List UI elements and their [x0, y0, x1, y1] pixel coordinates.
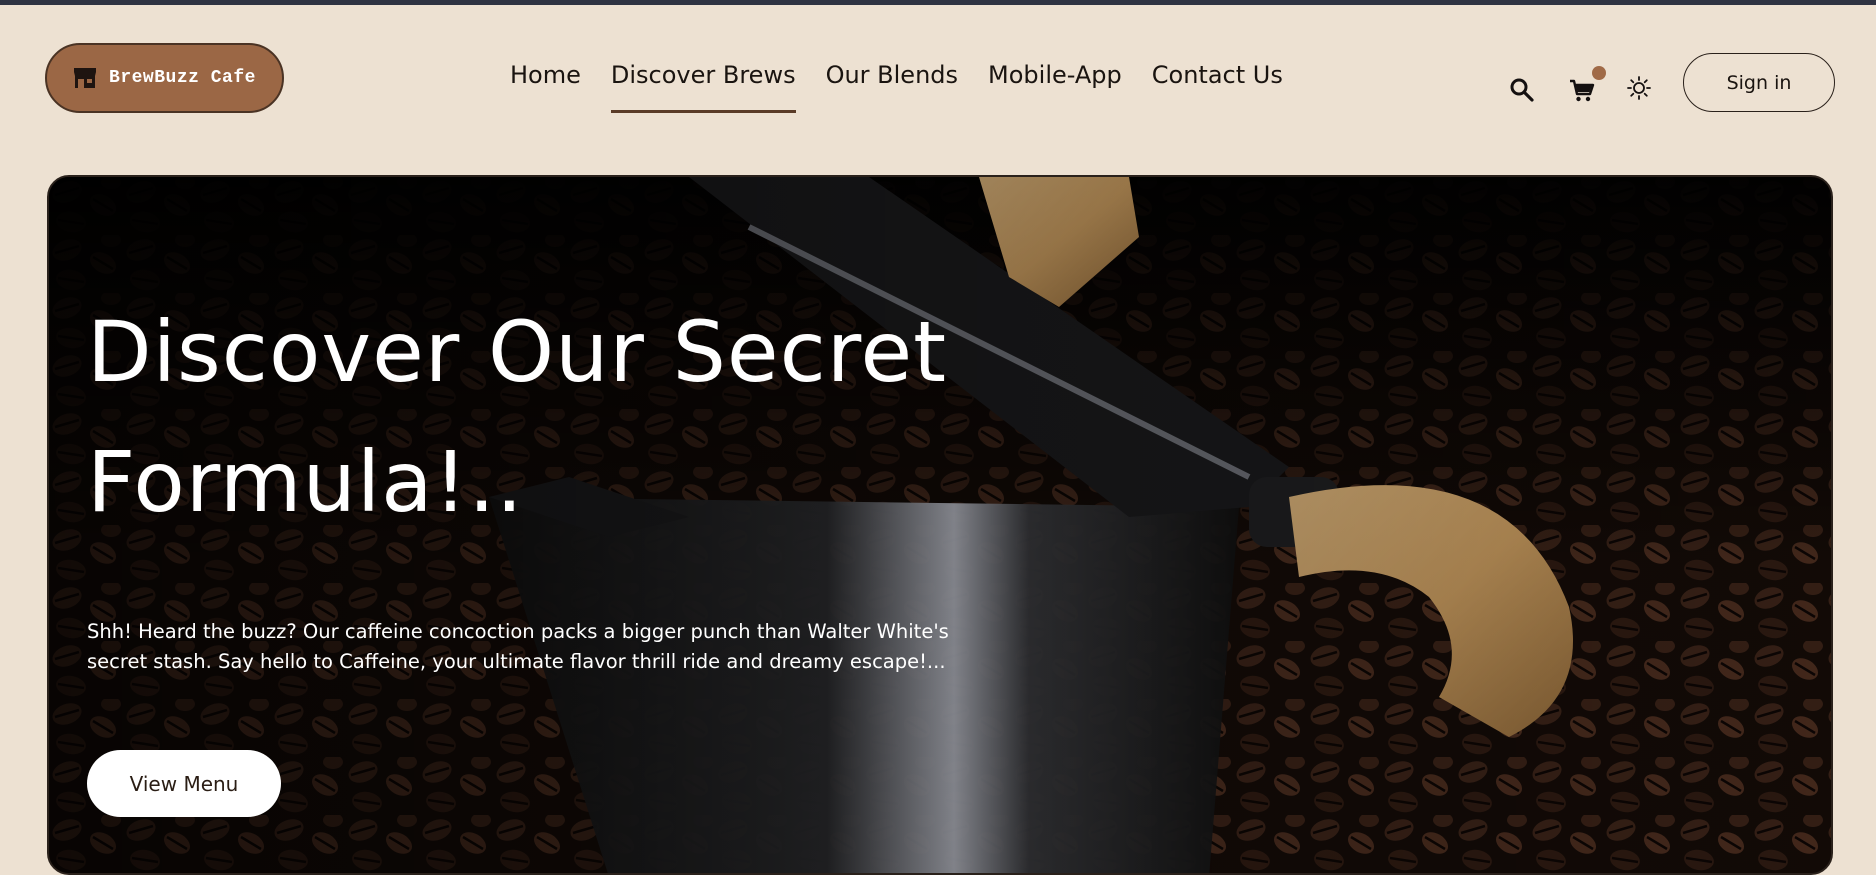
cart-badge — [1592, 66, 1606, 80]
nav-item-home[interactable]: Home — [510, 63, 581, 113]
hero-title: Discover Our Secret Formula!.. — [87, 287, 1067, 547]
cart-icon — [1570, 79, 1595, 102]
view-menu-button[interactable]: View Menu — [87, 750, 281, 817]
brand-name: BrewBuzz Cafe — [109, 68, 256, 88]
nav-item-mobile-app[interactable]: Mobile-App — [988, 63, 1122, 113]
nav-item-our-blends[interactable]: Our Blends — [826, 63, 958, 113]
brand-logo[interactable]: BrewBuzz Cafe — [45, 43, 284, 113]
search-icon — [1510, 78, 1534, 102]
sign-in-button[interactable]: Sign in — [1683, 53, 1835, 112]
nav-item-contact-us[interactable]: Contact Us — [1152, 63, 1283, 113]
hero-description: Shh! Heard the buzz? Our caffeine concoc… — [87, 620, 949, 673]
store-icon — [74, 68, 97, 88]
hero-title-line-1: Discover Our Secret — [87, 303, 948, 401]
hero-title-line-2: Formula!.. — [87, 433, 524, 531]
theme-toggle-button[interactable] — [1626, 75, 1652, 101]
cart-button[interactable] — [1569, 79, 1595, 103]
search-button[interactable] — [1509, 77, 1535, 103]
site-header: BrewBuzz Cafe Home Discover Brews Our Bl… — [0, 5, 1876, 165]
sun-icon — [1627, 76, 1651, 100]
main-nav: Home Discover Brews Our Blends Mobile-Ap… — [510, 63, 1283, 113]
nav-item-discover-brews[interactable]: Discover Brews — [610, 63, 796, 113]
hero-banner: Discover Our Secret Formula!.. Shh! Hear… — [47, 175, 1833, 875]
